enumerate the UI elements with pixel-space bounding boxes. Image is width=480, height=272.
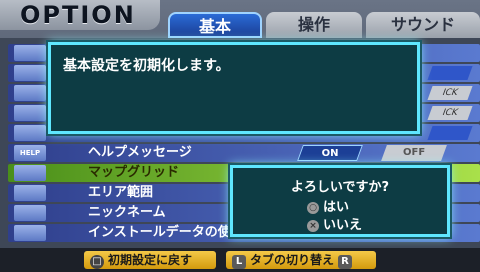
message-dialog: 基本設定を初期化します。	[48, 42, 420, 134]
confirm-no-option[interactable]: × いいえ	[307, 214, 362, 233]
footer-bar: □ 初期設定に戻す L タブの切り替え R	[0, 248, 480, 272]
circle-button-icon: ○	[307, 201, 319, 214]
l-button-icon: L	[232, 255, 246, 269]
nickname-icon	[14, 205, 46, 221]
dialog-message: 基本設定を初期化します。	[63, 58, 230, 74]
tab-basic[interactable]: 基本	[168, 12, 262, 38]
screen-title: OPTION	[0, 0, 160, 30]
tab-operation[interactable]: 操作	[266, 12, 362, 38]
cross-button-icon: ×	[307, 219, 319, 232]
option-label: エリア範囲	[88, 185, 154, 200]
r-button-icon: R	[338, 255, 353, 269]
square-button-icon: □	[90, 255, 104, 269]
toggle-on[interactable]: ON	[297, 145, 363, 161]
area-icon	[14, 185, 46, 201]
toggle-off[interactable]: OFF	[381, 145, 447, 161]
option-icon	[14, 105, 46, 121]
option-icon	[14, 45, 46, 61]
option-icon	[14, 125, 46, 141]
confirm-dialog: よろしいですか? ○ はい × いいえ	[230, 165, 450, 237]
confirm-yes-option[interactable]: ○ はい	[307, 196, 349, 215]
option-icon	[14, 65, 46, 81]
toggle-pill: ICK	[427, 86, 473, 100]
confirm-question: よろしいですか?	[290, 180, 390, 195]
list-item-help-message[interactable]: HELP ヘルプメッセージ ON OFF	[8, 144, 480, 162]
option-label: ヘルプメッセージ	[88, 145, 192, 160]
tab-switch-button[interactable]: L タブの切り替え R	[226, 251, 376, 269]
option-icon	[14, 85, 46, 101]
grid-icon	[14, 165, 46, 181]
tab-sound[interactable]: サウンド	[366, 12, 480, 38]
option-label: インストールデータの使用	[88, 225, 244, 240]
option-label: マップグリッド	[88, 165, 180, 180]
toggle-pill	[427, 66, 473, 80]
toggle-pill	[427, 126, 473, 140]
help-icon: HELP	[14, 145, 46, 161]
option-label: ニックネーム	[88, 205, 166, 220]
install-icon	[14, 225, 46, 241]
toggle-pill: ICK	[427, 106, 473, 120]
reset-defaults-button[interactable]: □ 初期設定に戻す	[84, 251, 216, 269]
